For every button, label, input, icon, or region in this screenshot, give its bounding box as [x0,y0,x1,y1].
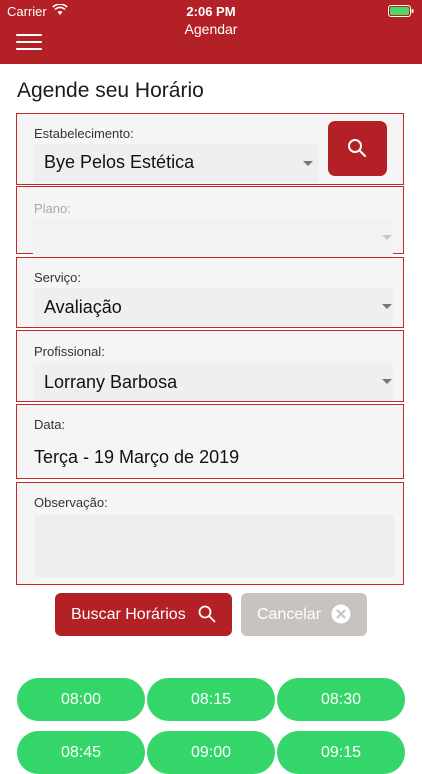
search-times-label: Buscar Horários [71,606,186,623]
search-icon [348,139,366,157]
plan-select[interactable] [33,219,393,257]
time-slot[interactable]: 08:30 [277,678,405,721]
close-icon [331,604,351,624]
date-label: Data: [34,417,66,432]
chevron-down-icon [382,235,392,240]
professional-value: Lorrany Barbosa [44,372,178,392]
observation-label: Observação: [34,495,108,510]
app-header: Carrier 2:06 PM Agendar [0,0,422,64]
establishment-label: Estabelecimento: [34,126,134,141]
page-title: Agende seu Horário [17,79,204,102]
service-field: Serviço: Avaliação [16,257,404,328]
time-slot[interactable]: 08:15 [147,678,275,721]
professional-select[interactable]: Lorrany Barbosa [33,363,393,401]
time-slot[interactable]: 09:15 [277,731,405,774]
date-value: Terça - 19 Março de 2019 [34,447,240,467]
status-time: 2:06 PM [186,4,236,19]
nav-title: Agendar [184,21,238,37]
time-slot[interactable]: 09:00 [147,731,275,774]
date-field[interactable]: Data: Terça - 19 Março de 2019 [16,404,404,479]
service-label: Serviço: [34,270,81,285]
time-slot[interactable]: 08:00 [17,678,145,721]
search-establishment-button[interactable] [328,121,387,176]
professional-field: Profissional: Lorrany Barbosa [16,330,404,402]
establishment-value: Bye Pelos Estética [44,152,195,172]
chevron-down-icon [382,304,392,309]
battery-icon [388,5,414,17]
plan-label: Plano: [34,201,71,216]
observation-field: Observação: [16,482,404,585]
time-slot[interactable]: 08:45 [17,731,145,774]
service-select[interactable]: Avaliação [33,288,393,326]
professional-label: Profissional: [34,344,105,359]
observation-textarea[interactable] [34,515,394,577]
status-bar: Carrier 2:06 PM [0,0,422,22]
search-times-button[interactable]: Buscar Horários [55,593,232,636]
establishment-select[interactable]: Bye Pelos Estética [33,144,319,182]
service-value: Avaliação [44,297,122,317]
cancel-label: Cancelar [257,606,322,623]
plan-field: Plano: [16,186,404,257]
chevron-down-icon [303,161,313,166]
cancel-button[interactable]: Cancelar [241,593,367,636]
chevron-down-icon [382,379,392,384]
search-icon [198,605,216,623]
